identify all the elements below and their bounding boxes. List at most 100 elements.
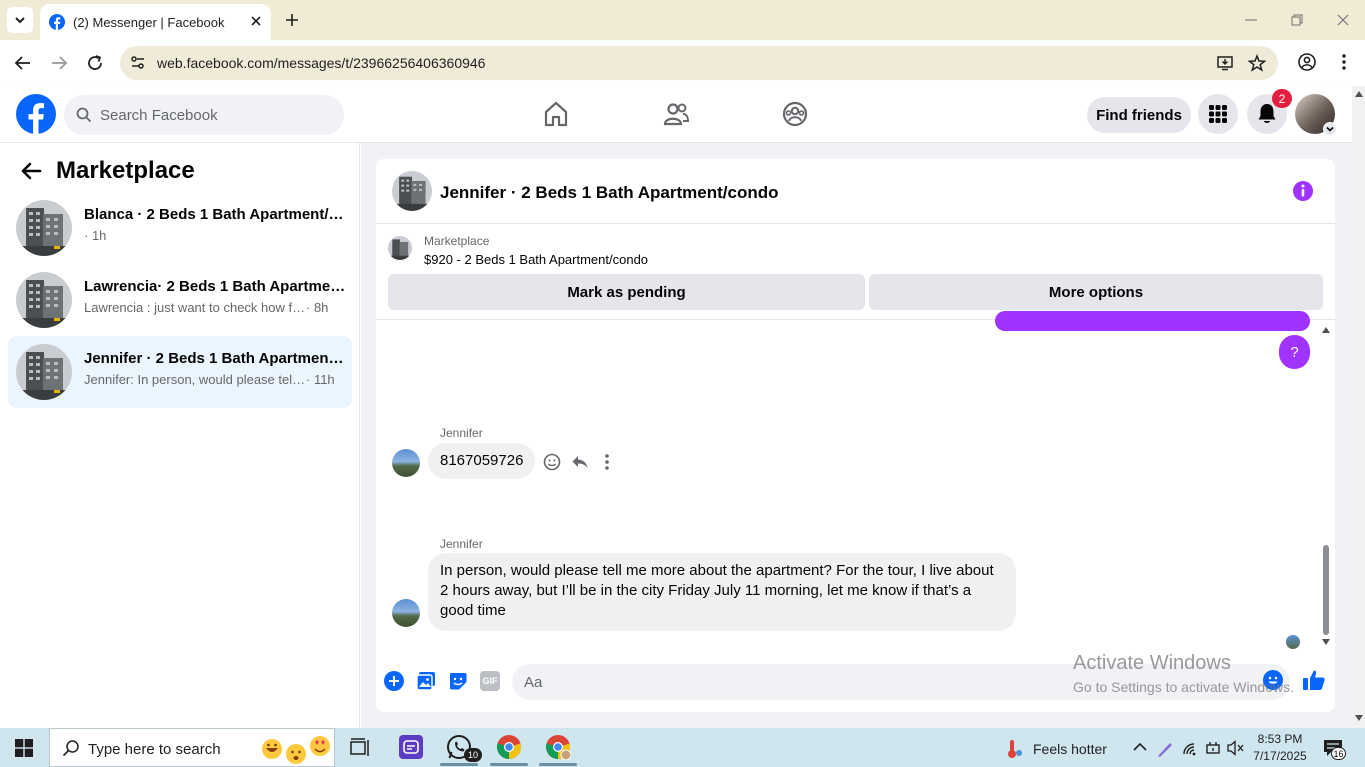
facebook-search[interactable]	[64, 95, 344, 135]
chat-header: Jennifer · 2 Beds 1 Bath Apartment/condo	[376, 159, 1335, 224]
reload-icon[interactable]	[85, 53, 105, 73]
reply-icon[interactable]	[571, 453, 589, 471]
browser-profile-icon[interactable]	[1297, 52, 1317, 72]
account-avatar[interactable]	[1295, 94, 1337, 136]
search-icon	[76, 107, 92, 123]
message-composer: GIF	[376, 656, 1335, 712]
scroll-down-icon[interactable]	[1322, 639, 1330, 645]
windows-start-icon[interactable]	[15, 739, 33, 757]
chat-title[interactable]: Jennifer · 2 Beds 1 Bath Apartment/condo	[440, 183, 778, 203]
mark-as-pending-button[interactable]: Mark as pending	[388, 274, 865, 310]
conversation-item[interactable]: Lawrencia· 2 Beds 1 Bath Apartment/condo…	[8, 264, 352, 336]
browser-tab-bar: (2) Messenger | Facebook	[0, 0, 1365, 40]
chrome-icon[interactable]	[496, 734, 522, 760]
taskbar-clock[interactable]: 8:53 PM 7/17/2025	[1248, 731, 1312, 765]
message-input[interactable]	[524, 664, 1224, 700]
windows-taskbar: Type here to search 10 Feels hotter 8:53…	[0, 728, 1365, 767]
sender-avatar[interactable]	[392, 599, 420, 627]
weather-widget[interactable]: Feels hotter	[1005, 739, 1107, 759]
friends-icon[interactable]	[662, 100, 690, 128]
facebook-logo-icon[interactable]	[16, 94, 56, 134]
bookmark-star-icon[interactable]	[1248, 54, 1266, 72]
outgoing-message-bubble[interactable]: ?	[1279, 335, 1310, 369]
scroll-up-icon[interactable]	[1355, 91, 1363, 97]
message-list: ? Jennifer 8167059726 Jennifer In person…	[376, 311, 1335, 651]
facebook-header: Find friends 2	[0, 86, 1352, 143]
emoji-icon[interactable]	[1263, 670, 1283, 690]
chat-scrollbar[interactable]	[1319, 327, 1333, 647]
clock-date: 7/17/2025	[1253, 749, 1307, 763]
scroll-down-icon[interactable]	[1355, 715, 1363, 721]
conversation-name: Lawrencia· 2 Beds 1 Bath Apartment/condo	[84, 278, 346, 295]
sender-avatar[interactable]	[392, 449, 420, 477]
conversation-time: · 8h	[306, 300, 329, 315]
chat-avatar[interactable]	[392, 171, 432, 211]
conversation-time: · 11h	[306, 372, 335, 387]
groups-icon[interactable]	[782, 100, 808, 128]
conversation-name: Blanca · 2 Beds 1 Bath Apartment/condo	[84, 206, 346, 223]
search-highlight-emoji-icon[interactable]	[260, 734, 332, 766]
find-friends-button[interactable]: Find friends	[1087, 97, 1191, 133]
listing-thumbnail	[16, 272, 72, 328]
site-info-icon[interactable]	[129, 54, 147, 72]
react-emoji-icon[interactable]	[543, 453, 561, 471]
action-center-button[interactable]: 16	[1323, 739, 1346, 760]
taskbar-search[interactable]: Type here to search	[49, 728, 335, 767]
tab-search-button[interactable]	[7, 7, 33, 33]
volume-muted-icon[interactable]	[1227, 740, 1245, 756]
running-indicator	[490, 763, 528, 766]
scroll-up-icon[interactable]	[1322, 327, 1330, 333]
photo-icon[interactable]	[416, 671, 436, 691]
minimize-icon[interactable]	[1243, 12, 1259, 28]
listing-title[interactable]: $920 - 2 Beds 1 Bath Apartment/condo	[424, 252, 648, 267]
weather-text: Feels hotter	[1033, 741, 1107, 757]
task-view-icon[interactable]	[349, 738, 371, 758]
battery-icon[interactable]	[1204, 740, 1222, 756]
address-bar[interactable]: web.facebook.com/messages/t/239662564063…	[120, 46, 1278, 80]
browser-menu-icon[interactable]	[1336, 52, 1352, 72]
show-hidden-icons-icon[interactable]	[1133, 742, 1147, 752]
whatsapp-badge: 10	[464, 748, 482, 762]
restore-icon[interactable]	[1289, 12, 1305, 28]
listing-source-label: Marketplace	[424, 234, 490, 248]
facebook-search-input[interactable]	[100, 95, 330, 135]
message-input-container[interactable]	[512, 664, 1290, 700]
chrome-profile-icon[interactable]	[545, 734, 571, 760]
search-icon	[62, 740, 79, 757]
app-icon[interactable]	[398, 734, 424, 760]
conversation-item[interactable]: Blanca · 2 Beds 1 Bath Apartment/condo ·…	[8, 192, 352, 264]
browser-tab-messenger[interactable]: (2) Messenger | Facebook	[40, 4, 271, 40]
network-icon[interactable]	[1182, 740, 1200, 756]
forward-icon[interactable]	[49, 53, 69, 73]
back-icon[interactable]	[13, 53, 33, 73]
install-app-icon[interactable]	[1216, 54, 1234, 72]
menu-grid-icon	[1209, 105, 1227, 123]
page-scrollbar[interactable]	[1352, 86, 1365, 728]
close-window-icon[interactable]	[1335, 12, 1351, 28]
info-icon[interactable]	[1292, 180, 1314, 202]
conversation-time: · 1h	[84, 228, 107, 243]
incoming-message-bubble[interactable]: 8167059726	[428, 443, 536, 479]
gif-label: GIF	[482, 676, 498, 686]
sticker-icon[interactable]	[448, 671, 468, 691]
outgoing-message-bubble[interactable]	[995, 311, 1310, 331]
listing-banner: Marketplace $920 - 2 Beds 1 Bath Apartme…	[376, 224, 1335, 320]
more-options-button[interactable]: More options	[869, 274, 1323, 310]
conversation-item-active[interactable]: Jennifer · 2 Beds 1 Bath Apartment/condo…	[8, 336, 352, 408]
pen-icon[interactable]	[1156, 740, 1174, 758]
clock-time: 8:53 PM	[1257, 732, 1303, 746]
message-sender: Jennifer	[440, 537, 483, 551]
close-tab-icon[interactable]	[249, 14, 263, 28]
back-arrow-icon[interactable]	[20, 161, 42, 181]
thumbs-up-icon[interactable]	[1302, 668, 1326, 692]
notification-count-badge: 16	[1331, 747, 1346, 760]
bell-icon	[1258, 104, 1276, 123]
incoming-message-bubble[interactable]: In person, would please tell me more abo…	[428, 553, 1016, 631]
more-actions-icon[interactable]	[604, 453, 610, 471]
new-tab-icon[interactable]	[283, 11, 301, 29]
scrollbar-thumb[interactable]	[1323, 545, 1329, 635]
menu-button[interactable]	[1198, 94, 1238, 134]
home-icon[interactable]	[543, 100, 569, 128]
gif-button[interactable]: GIF	[480, 671, 500, 691]
plus-icon[interactable]	[384, 671, 404, 691]
